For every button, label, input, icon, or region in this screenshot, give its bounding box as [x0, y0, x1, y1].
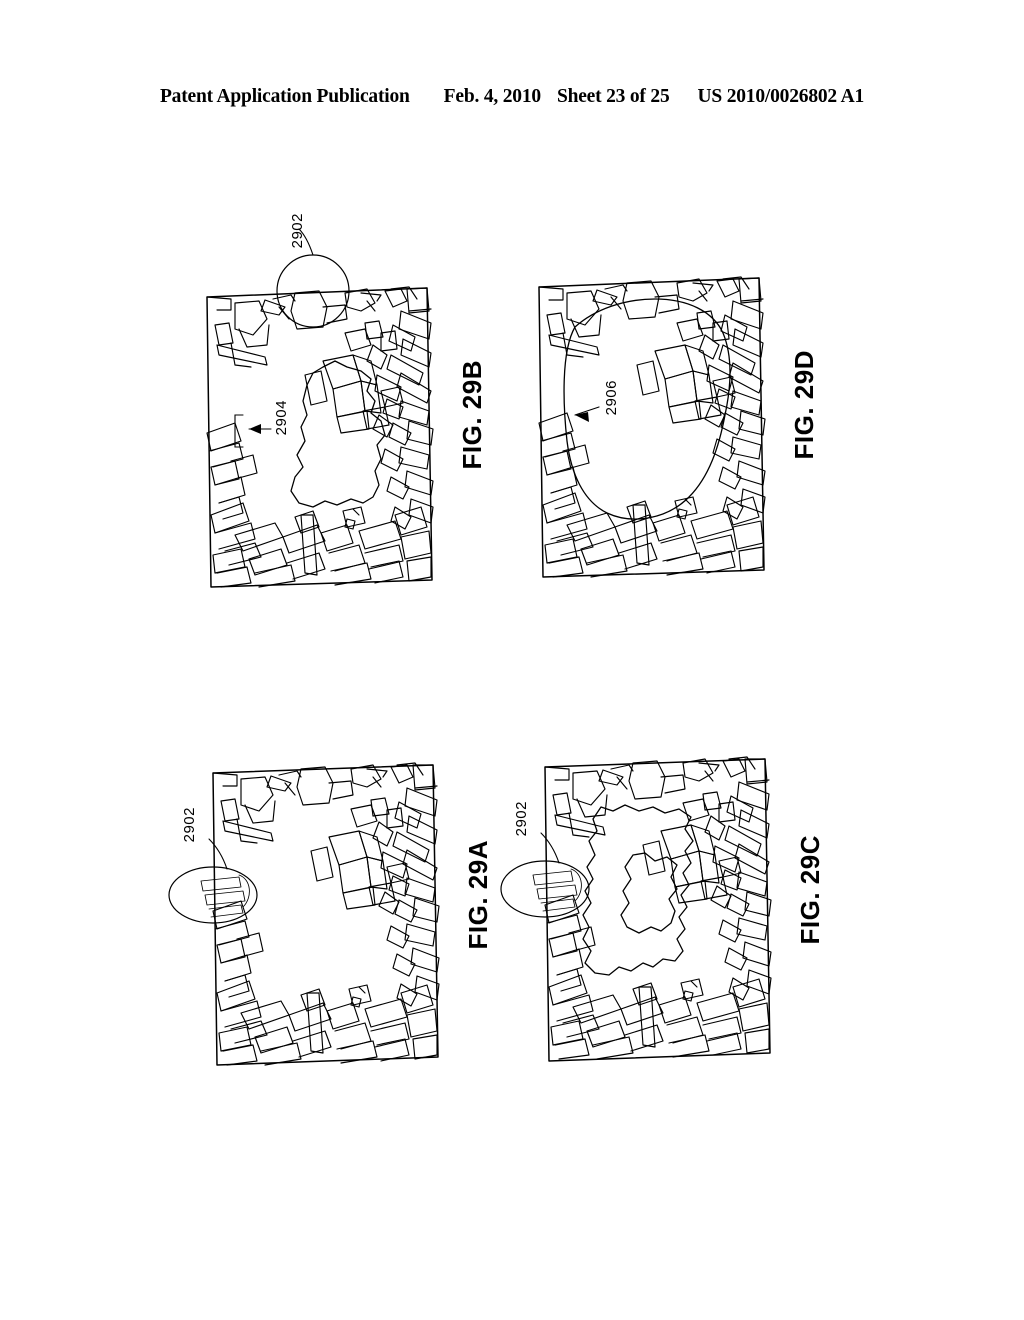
figure-29a-artwork	[168, 762, 440, 1066]
figure-29b-artwork	[206, 228, 434, 588]
figure-29c-artwork	[500, 756, 772, 1062]
figure-panel-29a: 2902 FIG. 29A	[168, 745, 493, 1105]
patent-header: Patent Application Publication Feb. 4, 20…	[0, 86, 1024, 108]
header-date: Feb. 4, 2010	[443, 86, 541, 107]
figure-caption-29b: FIG. 29B	[457, 360, 487, 470]
figure-caption-29c: FIG. 29C	[795, 835, 825, 945]
figure-caption-29d: FIG. 29D	[789, 350, 819, 460]
figure-29d-artwork	[538, 276, 766, 578]
figure-caption-29a: FIG. 29A	[463, 840, 493, 950]
figure-panel-29b: 2902 2904 FIG. 29B	[195, 213, 487, 595]
figure-panel-29d: 2906 FIG. 29D	[527, 215, 819, 595]
header-patent-number: US 2010/0026802 A1	[697, 86, 865, 107]
ref-numeral-2902-29a: 2902	[181, 807, 198, 843]
header-publication: Patent Application Publication	[159, 86, 410, 107]
ref-numeral-2902-29c: 2902	[513, 801, 530, 837]
header-sheet: Sheet 23 of 25	[556, 86, 670, 107]
ref-numeral-2906-29d: 2906	[603, 380, 620, 416]
figure-panel-29c: 2902 FIG. 29C	[500, 745, 825, 1105]
ref-numeral-2902-29b: 2902	[289, 213, 306, 249]
ref-numeral-2904-29b: 2904	[273, 400, 290, 436]
